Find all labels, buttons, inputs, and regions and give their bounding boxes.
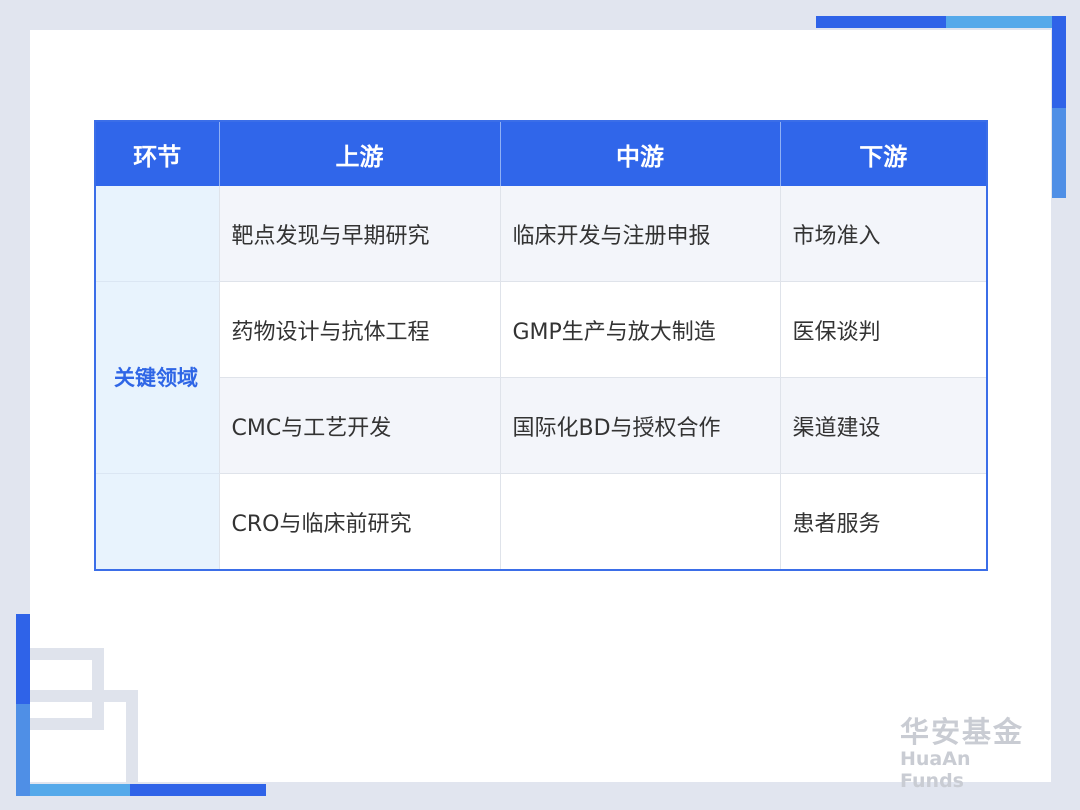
- decor-square-outline-large: [30, 690, 138, 784]
- header-stage: 环节: [95, 121, 220, 186]
- decor-bar-bottom-light: [30, 784, 130, 796]
- table-cell: GMP生产与放大制造: [500, 281, 781, 378]
- decor-bar-bottom-dark: [130, 784, 266, 796]
- logo-english-name: HuaAn Funds: [900, 748, 971, 792]
- table-cell: 医保谈判: [780, 281, 987, 378]
- table-cell: 药物设计与抗体工程: [219, 281, 501, 378]
- decor-bar-left-light: [16, 704, 30, 796]
- header-upstream: 上游: [219, 121, 501, 186]
- table-cell: 渠道建设: [780, 377, 987, 474]
- table-cell: CMC与工艺开发: [219, 377, 501, 474]
- table-cell: [500, 473, 781, 570]
- value-chain-table: 环节 上游 中游 下游 靶点发现与早期研究 临床开发与注册申报 市场准入 药物设…: [94, 120, 988, 571]
- key-areas-label: 关键领域: [114, 366, 198, 390]
- table-cell: 市场准入: [780, 186, 987, 282]
- header-midstream: 中游: [500, 121, 781, 186]
- table-header-row: 环节 上游 中游 下游: [95, 121, 987, 186]
- logo-chinese-name: 华安基金: [900, 715, 1025, 749]
- table-row: CRO与临床前研究 患者服务: [95, 473, 987, 570]
- table-row: 靶点发现与早期研究 临床开发与注册申报 市场准入: [95, 186, 987, 282]
- table-cell: 国际化BD与授权合作: [500, 377, 781, 474]
- header-downstream: 下游: [780, 121, 987, 186]
- decor-bar-right-light: [1052, 108, 1066, 198]
- row-label-cell: [95, 473, 220, 570]
- decor-bar-top-dark: [816, 16, 946, 28]
- table-cell: CRO与临床前研究: [219, 473, 501, 570]
- company-logo: 华安基金 HuaAn Funds: [900, 716, 1040, 792]
- table-cell: 靶点发现与早期研究: [219, 186, 501, 282]
- decor-bar-top-light: [946, 16, 1056, 28]
- table-row: CMC与工艺开发 国际化BD与授权合作 渠道建设: [95, 377, 987, 474]
- table-cell: 临床开发与注册申报: [500, 186, 781, 282]
- decor-bar-left-dark: [16, 614, 30, 704]
- table-cell: 患者服务: [780, 473, 987, 570]
- table-row: 药物设计与抗体工程 GMP生产与放大制造 医保谈判: [95, 281, 987, 378]
- row-label-cell: [95, 186, 220, 282]
- decor-bar-right-dark: [1052, 16, 1066, 108]
